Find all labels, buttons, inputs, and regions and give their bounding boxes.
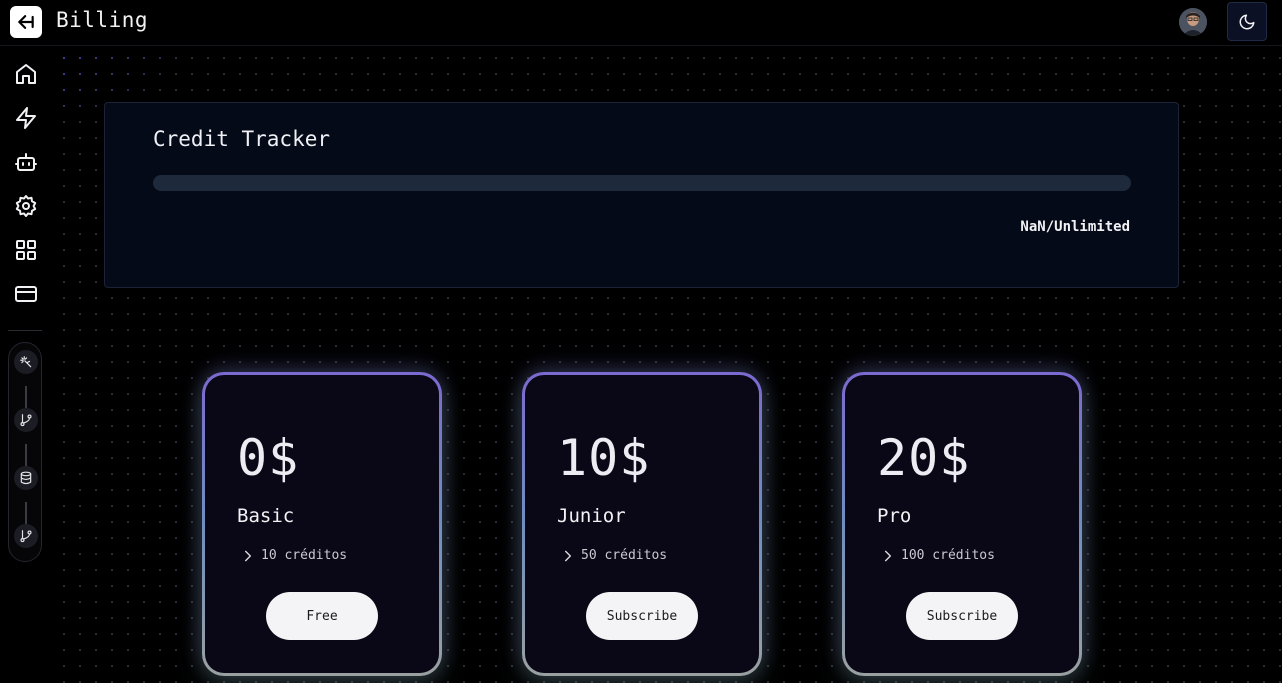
gear-icon: [15, 195, 37, 217]
subscribe-junior-button[interactable]: Subscribe: [586, 592, 698, 640]
credit-tracker-card: Credit Tracker NaN/Unlimited: [104, 102, 1179, 288]
credit-card-icon: [15, 286, 37, 302]
plan-name: Pro: [877, 505, 912, 527]
git-branch-icon: [20, 530, 32, 543]
sidebar-item-home[interactable]: [12, 60, 40, 88]
bot-icon: [15, 153, 37, 171]
credit-count: NaN/Unlimited: [1020, 219, 1130, 235]
plan-name: Junior: [557, 505, 626, 527]
plan-feature-label: 50 créditos: [581, 548, 668, 563]
plan-card-basic: 0$ Basic 10 créditos Free: [202, 372, 442, 676]
plan-feature: 100 créditos: [881, 548, 995, 563]
user-photo-icon: [1179, 8, 1207, 36]
sparkle-icon: [20, 356, 32, 368]
avatar[interactable]: [1179, 8, 1207, 36]
plan-name: Basic: [237, 505, 295, 527]
plan-feature: 10 créditos: [241, 548, 347, 563]
top-bar: Billing: [0, 0, 1282, 46]
sidebar: [0, 46, 52, 683]
plan-price: 20$: [877, 429, 971, 487]
dotted-background-accent: [52, 46, 202, 106]
pipeline-connector: [25, 444, 27, 467]
page-title: Billing: [56, 8, 149, 32]
sidebar-item-settings[interactable]: [12, 192, 40, 220]
pipeline-step-branch[interactable]: [14, 524, 38, 548]
pipeline-step-generate[interactable]: [14, 350, 38, 374]
plan-feature-label: 10 créditos: [261, 548, 348, 563]
pipeline-connector: [25, 502, 27, 525]
git-branch-icon: [20, 414, 32, 427]
plan-price: 0$: [237, 429, 300, 487]
sidebar-divider: [8, 330, 42, 331]
plan-card-junior: 10$ Junior 50 créditos Subscribe: [522, 372, 762, 676]
database-icon: [20, 471, 32, 485]
sidebar-item-actions[interactable]: [12, 104, 40, 132]
arrow-left-icon: [18, 15, 34, 29]
pipeline-step-database[interactable]: [14, 466, 38, 490]
pipeline-step-branch[interactable]: [14, 408, 38, 432]
chevron-right-icon: [564, 550, 572, 561]
pipeline-connector: [25, 386, 27, 409]
home-icon: [16, 64, 36, 84]
credit-progress-bar: [153, 175, 1131, 191]
free-plan-button[interactable]: Free: [266, 592, 378, 640]
sidebar-item-billing[interactable]: [12, 280, 40, 308]
grid-icon: [16, 240, 36, 260]
chevron-right-icon: [884, 550, 892, 561]
subscribe-pro-button[interactable]: Subscribe: [906, 592, 1018, 640]
sidebar-item-bots[interactable]: [12, 148, 40, 176]
theme-toggle-button[interactable]: [1227, 2, 1267, 41]
plan-price: 10$: [557, 429, 651, 487]
back-button[interactable]: [10, 6, 42, 38]
sidebar-item-apps[interactable]: [12, 236, 40, 264]
credit-tracker-title: Credit Tracker: [153, 127, 331, 151]
plan-feature: 50 créditos: [561, 548, 667, 563]
plan-feature-label: 100 créditos: [901, 548, 995, 563]
chevron-right-icon: [244, 550, 252, 561]
moon-icon: [1239, 14, 1255, 29]
pipeline-panel: [8, 342, 42, 562]
plan-card-pro: 20$ Pro 100 créditos Subscribe: [842, 372, 1082, 676]
lightning-icon: [16, 107, 36, 129]
